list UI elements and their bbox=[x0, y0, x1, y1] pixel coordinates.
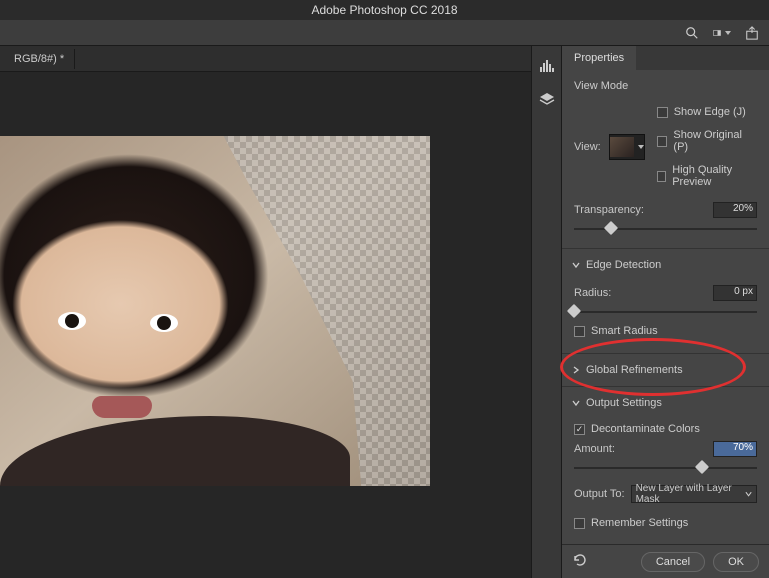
chevron-down-icon bbox=[572, 399, 580, 407]
properties-panel: Properties View Mode View: Show Edge (J) bbox=[561, 46, 769, 578]
transparency-label: Transparency: bbox=[574, 204, 644, 216]
high-quality-label: High Quality Preview bbox=[672, 164, 757, 188]
radius-value-input[interactable]: 0 px bbox=[713, 285, 757, 301]
show-original-label: Show Original (P) bbox=[673, 129, 757, 153]
app-title: Adobe Photoshop CC 2018 bbox=[311, 3, 457, 17]
global-refinements-label: Global Refinements bbox=[586, 364, 683, 376]
view-thumbnail-dropdown[interactable] bbox=[609, 134, 645, 160]
remember-settings-label: Remember Settings bbox=[591, 517, 688, 529]
checkbox-icon bbox=[657, 107, 668, 118]
edge-detection-section: Radius: 0 px Smart Radius bbox=[562, 277, 769, 349]
share-icon[interactable] bbox=[743, 24, 761, 42]
edge-detection-header[interactable]: Edge Detection bbox=[562, 253, 769, 277]
document-tab-label: RGB/8#) * bbox=[14, 53, 64, 65]
document-tab-strip: RGB/8#) * bbox=[0, 46, 531, 72]
checkbox-icon bbox=[574, 518, 585, 529]
slider-track bbox=[574, 467, 757, 469]
canvas-image[interactable] bbox=[0, 136, 430, 486]
app-title-bar: Adobe Photoshop CC 2018 bbox=[0, 0, 769, 20]
smart-radius-label: Smart Radius bbox=[591, 325, 658, 337]
top-toolbar bbox=[0, 20, 769, 46]
decontaminate-label: Decontaminate Colors bbox=[591, 423, 700, 435]
remember-settings-checkbox[interactable]: Remember Settings bbox=[574, 517, 757, 529]
amount-label: Amount: bbox=[574, 443, 615, 455]
panel-tab-bar: Properties bbox=[562, 46, 769, 70]
main-area: RGB/8#) * Properties bbox=[0, 46, 769, 578]
output-to-dropdown[interactable]: New Layer with Layer Mask bbox=[631, 485, 757, 503]
slider-track bbox=[574, 311, 757, 313]
image-detail bbox=[58, 312, 86, 330]
radius-slider[interactable] bbox=[574, 305, 757, 319]
transparency-slider[interactable] bbox=[574, 222, 757, 236]
show-original-checkbox[interactable]: Show Original (P) bbox=[657, 129, 757, 153]
high-quality-checkbox[interactable]: High Quality Preview bbox=[657, 164, 757, 188]
image-detail bbox=[0, 416, 350, 486]
slider-thumb[interactable] bbox=[567, 304, 581, 318]
chevron-down-icon bbox=[572, 261, 580, 269]
smart-radius-checkbox[interactable]: Smart Radius bbox=[574, 325, 757, 337]
output-settings-label: Output Settings bbox=[586, 397, 662, 409]
show-edge-checkbox[interactable]: Show Edge (J) bbox=[657, 106, 757, 118]
view-thumbnail bbox=[610, 137, 634, 157]
output-settings-section: Decontaminate Colors Amount: 70% Output … bbox=[562, 415, 769, 541]
slider-track bbox=[574, 228, 757, 230]
global-refinements-header[interactable]: Global Refinements bbox=[562, 358, 769, 382]
ok-button[interactable]: OK bbox=[713, 552, 759, 572]
checkbox-icon bbox=[657, 171, 666, 182]
show-edge-label: Show Edge (J) bbox=[674, 106, 746, 118]
image-detail bbox=[92, 396, 152, 418]
document-tab[interactable]: RGB/8#) * bbox=[4, 49, 75, 69]
amount-slider[interactable] bbox=[574, 461, 757, 475]
transparency-value-input[interactable]: 20% bbox=[713, 202, 757, 218]
chevron-down-icon bbox=[745, 490, 752, 498]
chevron-right-icon bbox=[572, 366, 580, 374]
edge-detection-label: Edge Detection bbox=[586, 259, 661, 271]
panel-icon-strip bbox=[531, 46, 561, 578]
canvas-area[interactable]: RGB/8#) * bbox=[0, 46, 531, 578]
search-icon[interactable] bbox=[683, 24, 701, 42]
decontaminate-checkbox[interactable]: Decontaminate Colors bbox=[574, 423, 757, 435]
checkbox-icon bbox=[657, 136, 668, 147]
divider bbox=[562, 353, 769, 354]
frame-icon[interactable] bbox=[713, 24, 731, 42]
radius-label: Radius: bbox=[574, 287, 611, 299]
view-mode-header: View Mode bbox=[574, 80, 757, 92]
view-label: View: bbox=[574, 141, 601, 153]
reset-icon[interactable] bbox=[572, 553, 588, 570]
slider-thumb[interactable] bbox=[604, 221, 618, 235]
output-to-value: New Layer with Layer Mask bbox=[636, 483, 745, 505]
panel-body: View Mode View: Show Edge (J) Show Origi… bbox=[562, 70, 769, 544]
properties-tab-label: Properties bbox=[574, 52, 624, 64]
view-mode-section: View Mode View: Show Edge (J) Show Origi… bbox=[562, 74, 769, 244]
slider-thumb[interactable] bbox=[695, 460, 709, 474]
layers-icon[interactable] bbox=[537, 90, 557, 110]
histogram-icon[interactable] bbox=[537, 56, 557, 76]
checkbox-icon bbox=[574, 424, 585, 435]
divider bbox=[562, 386, 769, 387]
divider bbox=[562, 248, 769, 249]
output-to-label: Output To: bbox=[574, 488, 625, 500]
image-detail bbox=[150, 314, 178, 332]
checkbox-icon bbox=[574, 326, 585, 337]
cancel-button[interactable]: Cancel bbox=[641, 552, 705, 572]
output-settings-header[interactable]: Output Settings bbox=[562, 391, 769, 415]
amount-value-input[interactable]: 70% bbox=[713, 441, 757, 457]
properties-tab[interactable]: Properties bbox=[562, 46, 636, 70]
panel-footer: Cancel OK bbox=[562, 544, 769, 578]
